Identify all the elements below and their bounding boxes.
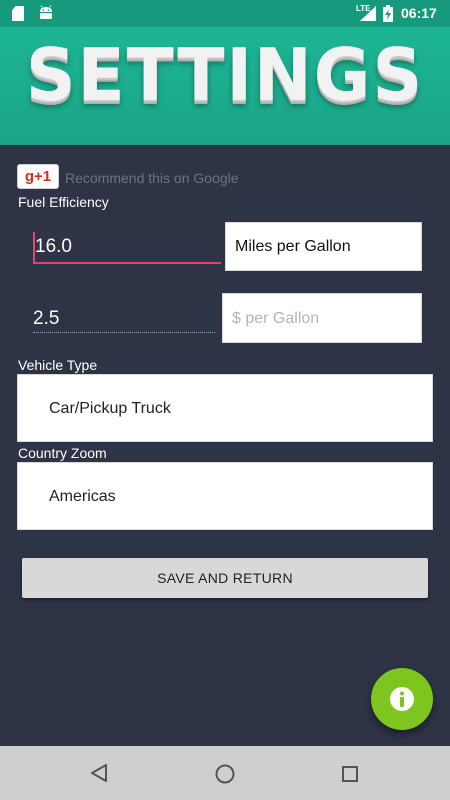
country-zoom-select[interactable]: Americas <box>17 462 433 530</box>
fuel-efficiency-value: 16.0 <box>35 236 72 257</box>
page-title: SETTINGS <box>25 33 425 117</box>
fuel-efficiency-label: Fuel Efficiency <box>18 194 109 210</box>
country-zoom-label: Country Zoom <box>18 445 107 461</box>
back-icon[interactable] <box>89 763 109 783</box>
android-icon <box>40 5 52 19</box>
price-unit-placeholder: $ per Gallon <box>232 310 320 327</box>
save-and-return-button[interactable]: SAVE AND RETURN <box>22 558 428 598</box>
home-icon[interactable] <box>214 763 236 785</box>
status-bar: LTE 06:17 <box>0 0 450 27</box>
navigation-bar <box>0 746 450 800</box>
fuel-price-value: 2.5 <box>33 308 60 329</box>
efficiency-unit-value: Miles per Gallon <box>235 238 351 255</box>
price-unit-field[interactable]: $ per Gallon <box>222 293 422 343</box>
google-plus-one-text: Recommend this on Google <box>65 170 239 186</box>
fuel-efficiency-input[interactable]: 16.0 <box>33 232 221 264</box>
vehicle-type-label: Vehicle Type <box>18 357 98 373</box>
fuel-price-input[interactable]: 2.5 <box>33 305 215 333</box>
header-banner: SETTINGS <box>0 27 450 145</box>
vehicle-type-select[interactable]: Car/Pickup Truck <box>17 374 433 442</box>
sd-card-icon <box>12 6 24 21</box>
efficiency-unit-field[interactable]: Miles per Gallon <box>225 222 422 271</box>
info-fab-button[interactable] <box>371 668 433 730</box>
vehicle-type-value: Car/Pickup Truck <box>49 400 171 417</box>
info-icon <box>390 687 414 711</box>
recents-icon[interactable] <box>341 765 359 783</box>
country-zoom-value: Americas <box>49 488 116 505</box>
clock: 06:17 <box>401 5 437 21</box>
battery-charging-icon <box>383 5 393 22</box>
signal-icon <box>360 6 376 21</box>
google-plus-one-button[interactable]: g+1 <box>17 164 59 189</box>
